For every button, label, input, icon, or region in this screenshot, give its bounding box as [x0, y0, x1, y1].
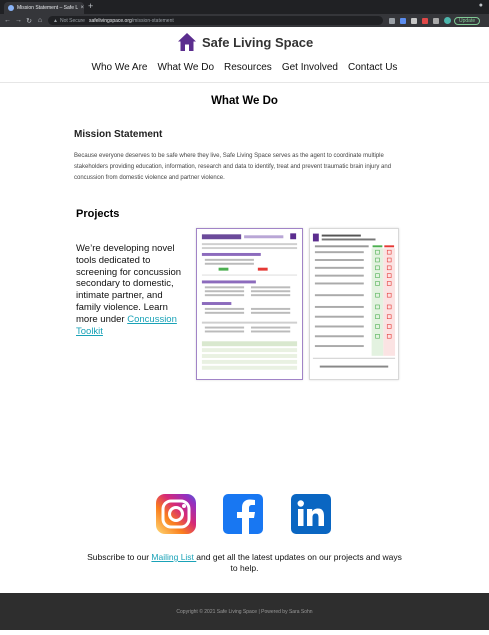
- home-button[interactable]: ⌂: [37, 17, 43, 24]
- puzzle-icon[interactable]: [433, 17, 439, 24]
- instagram-link[interactable]: [156, 494, 196, 534]
- nav-item-what-we-do[interactable]: What We Do: [158, 62, 215, 73]
- instagram-icon: [156, 494, 196, 534]
- screening-tool-document-image[interactable]: [309, 228, 399, 380]
- browser-tab-strip: Mission Statement – Safe Livi... × + ●: [0, 0, 489, 14]
- extension-icon[interactable]: [422, 17, 428, 24]
- mission-statement-text: Because everyone deserves to be safe whe…: [74, 153, 392, 181]
- site-logo[interactable]: Safe Living Space: [177, 31, 313, 53]
- not-secure-label: Not Secure: [59, 17, 85, 24]
- address-bar[interactable]: ▲ Not Secure safelivingspace.org /missio…: [48, 16, 383, 25]
- facebook-icon: [223, 494, 263, 534]
- tab-close-icon[interactable]: ×: [80, 5, 84, 11]
- linkedin-icon: [291, 494, 331, 534]
- site-footer: Copyright © 2021 Safe Living Space | Pow…: [0, 593, 489, 630]
- window-controls-icon[interactable]: ●: [479, 2, 483, 9]
- browser-tab[interactable]: Mission Statement – Safe Livi... ×: [4, 2, 84, 14]
- facebook-link[interactable]: [223, 494, 263, 534]
- extension-icon[interactable]: [411, 17, 417, 24]
- url-host: safelivingspace.org: [88, 17, 132, 24]
- browser-toolbar: ← → ↻ ⌂ ▲ Not Secure safelivingspace.org…: [0, 14, 489, 27]
- subscribe-prefix: Subscribe to our: [87, 552, 152, 562]
- tab-title: Mission Statement – Safe Livi...: [17, 5, 79, 11]
- mission-statement-heading: Mission Statement: [74, 129, 163, 140]
- extension-icon[interactable]: [400, 17, 406, 24]
- update-label: Update: [459, 17, 476, 24]
- subscribe-suffix: and get all the latest updates on our pr…: [196, 552, 402, 573]
- warning-icon: ▲: [53, 17, 58, 24]
- document-preview-graphic: [312, 233, 396, 368]
- page-title: What We Do: [211, 95, 278, 107]
- bookmark-star-icon[interactable]: [389, 17, 395, 24]
- update-button[interactable]: Update: [454, 16, 481, 25]
- document-preview-graphic: [201, 233, 298, 370]
- back-button[interactable]: ←: [4, 17, 11, 24]
- house-icon: [178, 33, 196, 51]
- linkedin-link[interactable]: [291, 494, 331, 534]
- profile-avatar[interactable]: [444, 17, 451, 24]
- main-nav: Who We Are What We Do Resources Get Invo…: [0, 62, 489, 73]
- url-path: /mission-statement: [131, 17, 174, 24]
- safe-assessment-document-image[interactable]: [196, 228, 303, 380]
- subscribe-text: Subscribe to our Mailing List and get al…: [0, 552, 489, 573]
- favicon-icon: [8, 5, 14, 11]
- copyright-text: Copyright © 2021 Safe Living Space | Pow…: [176, 608, 313, 615]
- nav-item-get-involved[interactable]: Get Involved: [282, 62, 338, 73]
- forward-button[interactable]: →: [15, 17, 22, 24]
- logo-text: Safe Living Space: [202, 34, 314, 50]
- projects-description: We’re developing novel tools dedicated t…: [76, 243, 188, 337]
- social-links: [0, 494, 489, 536]
- site-header: Safe Living Space Who We Are What We Do …: [0, 27, 489, 83]
- reload-button[interactable]: ↻: [26, 17, 32, 25]
- projects-text: We’re developing novel tools dedicated t…: [76, 243, 182, 325]
- nav-item-who-we-are[interactable]: Who We Are: [92, 62, 148, 73]
- subscribe-inner: Subscribe to our Mailing List and get al…: [87, 552, 402, 573]
- extensions-area: Update: [389, 16, 481, 25]
- mailing-list-link[interactable]: Mailing List: [151, 552, 196, 562]
- projects-heading: Projects: [76, 208, 120, 220]
- new-tab-button[interactable]: +: [88, 1, 93, 11]
- nav-item-contact-us[interactable]: Contact Us: [348, 62, 397, 73]
- nav-item-resources[interactable]: Resources: [224, 62, 272, 73]
